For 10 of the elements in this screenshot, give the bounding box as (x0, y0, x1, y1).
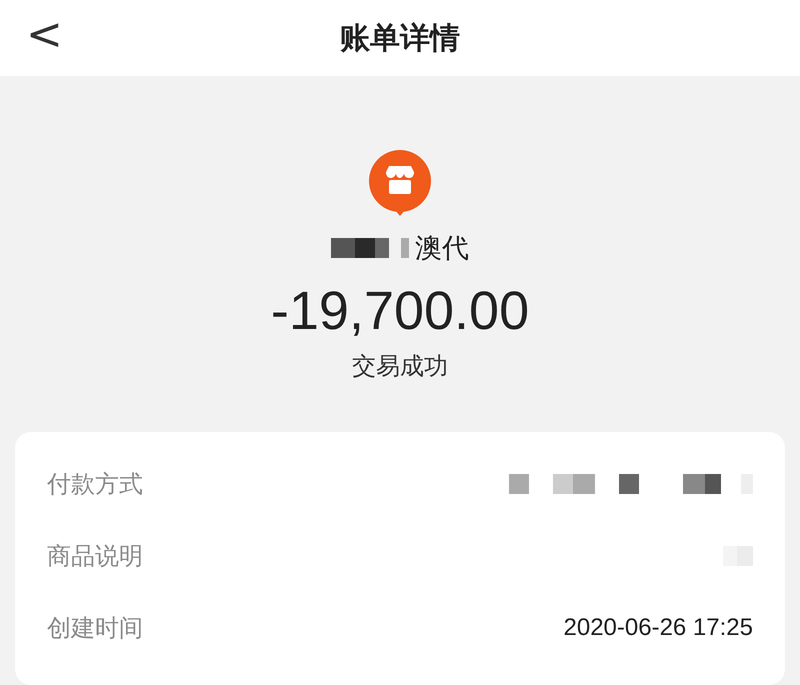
store-icon (369, 150, 431, 216)
transaction-status: 交易成功 (352, 351, 448, 382)
amount: -19,700.00 (270, 280, 530, 342)
detail-label: 创建时间 (47, 613, 143, 644)
merchant-name: 澳代 (415, 232, 469, 266)
back-button[interactable]: < (0, 13, 63, 63)
page-title: 账单详情 (339, 20, 461, 58)
detail-value: 2020-06-26 17:25 (564, 614, 753, 642)
detail-label: 商品说明 (47, 541, 143, 572)
detail-label: 付款方式 (47, 469, 143, 500)
